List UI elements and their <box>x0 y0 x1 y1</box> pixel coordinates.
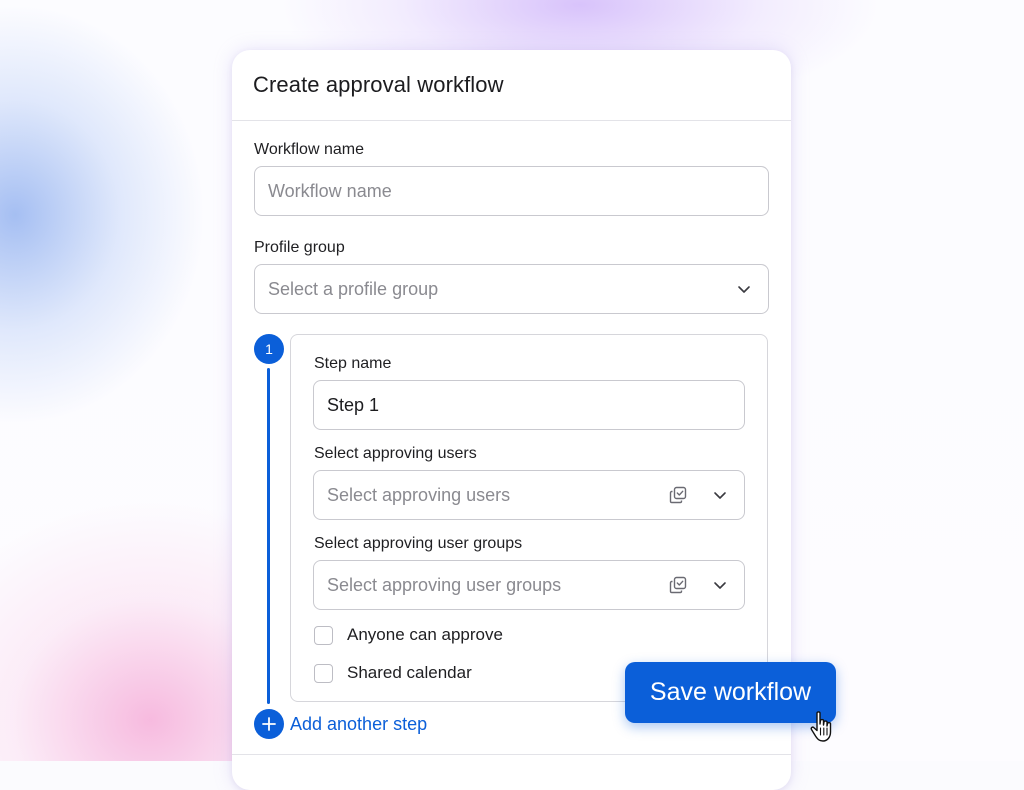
workflow-name-label: Workflow name <box>254 141 364 158</box>
workflow-name-field[interactable] <box>254 166 769 216</box>
add-step-badge <box>254 709 284 739</box>
shared-calendar-label: Shared calendar <box>347 663 472 682</box>
shared-calendar-checkbox[interactable] <box>314 664 333 683</box>
dialog-header: Create approval workflow <box>232 50 791 121</box>
profile-group-select[interactable]: Select a profile group <box>254 264 769 314</box>
plus-icon <box>262 717 276 731</box>
add-step-link[interactable]: Add another step <box>254 709 427 739</box>
hand-pointer-icon <box>810 711 832 742</box>
step-name-field[interactable] <box>313 380 745 430</box>
copy-check-icon <box>669 486 687 504</box>
approving-user-groups-select[interactable]: Select approving user groups <box>313 560 745 610</box>
profile-group-placeholder: Select a profile group <box>268 278 439 299</box>
anyone-can-approve-checkbox[interactable] <box>314 626 333 645</box>
save-workflow-button[interactable]: Save workflow <box>625 662 836 723</box>
workflow-name-input[interactable] <box>268 180 768 202</box>
footer-divider <box>232 754 791 755</box>
add-step-label: Add another step <box>290 713 428 734</box>
approving-users-placeholder: Select approving users <box>327 484 511 505</box>
profile-group-label: Profile group <box>254 239 345 256</box>
chevron-down-icon <box>738 286 750 293</box>
step-number-badge: 1 <box>254 334 284 364</box>
chevron-down-icon <box>714 582 726 589</box>
save-workflow-label: Save workflow <box>649 678 812 706</box>
approving-user-groups-placeholder: Select approving user groups <box>327 574 562 595</box>
step-name-input[interactable] <box>327 394 744 416</box>
step-name-label: Step name <box>314 355 392 372</box>
dialog-title: Create approval workflow <box>253 72 504 97</box>
approving-users-label: Select approving users <box>314 445 477 462</box>
chevron-down-icon <box>714 492 726 499</box>
step-timeline-line <box>267 368 270 704</box>
approving-users-select[interactable]: Select approving users <box>313 470 745 520</box>
approving-user-groups-label: Select approving user groups <box>314 535 523 552</box>
copy-check-icon <box>669 576 687 594</box>
anyone-can-approve-label: Anyone can approve <box>347 625 503 644</box>
step-number: 1 <box>265 341 273 357</box>
